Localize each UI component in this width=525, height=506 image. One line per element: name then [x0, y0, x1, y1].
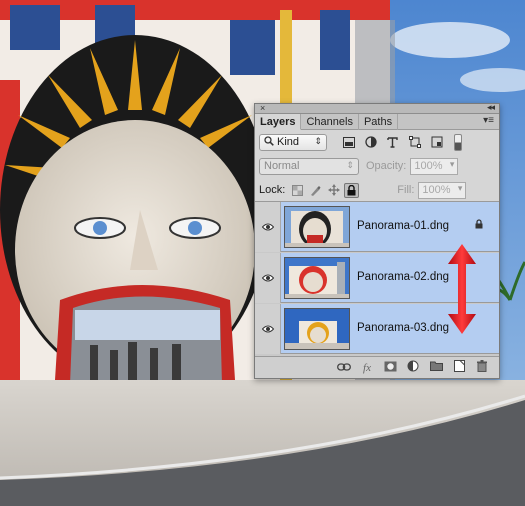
filter-kind-dropdown[interactable]: Kind ⇕: [259, 133, 327, 151]
fill-value: 100%: [422, 184, 451, 196]
fx-icon[interactable]: fx: [360, 362, 374, 374]
layer-thumbnail: [284, 257, 350, 299]
opacity-value: 100%: [414, 160, 443, 172]
lock-all-icon[interactable]: [344, 182, 360, 198]
shape-filter-icon[interactable]: [407, 135, 422, 150]
lock-row: Lock: Fill: 100% ▾: [255, 178, 499, 202]
blend-row: Normal ⇕ Opacity: 100% ▾: [255, 154, 499, 178]
layer-name[interactable]: Panorama-03.dng: [357, 322, 449, 334]
layer-name[interactable]: Panorama-02.dng: [357, 271, 449, 283]
layers-panel: × ◂◂ Layers Channels Paths ▾≡ Kind ⇕ Nor…: [254, 102, 500, 379]
visibility-toggle[interactable]: [255, 253, 281, 303]
trash-icon[interactable]: [475, 360, 489, 375]
link-icon[interactable]: [337, 362, 351, 374]
lock-transparent-pixels-icon[interactable]: [290, 183, 305, 198]
tab-paths[interactable]: Paths: [359, 114, 399, 130]
collapse-icon[interactable]: ◂◂: [487, 102, 495, 113]
opacity-field[interactable]: 100% ▾: [410, 157, 459, 175]
panel-titlebar[interactable]: × ◂◂: [255, 102, 499, 114]
type-filter-icon[interactable]: [385, 135, 400, 150]
panel-menu-icon[interactable]: ▾≡: [483, 115, 494, 126]
dropdown-arrow-icon: ⇕: [346, 159, 354, 170]
fill-field[interactable]: 100% ▾: [418, 181, 467, 199]
smart-object-filter-icon[interactable]: [429, 135, 444, 150]
double-arrow-annotation: [448, 244, 476, 334]
visibility-toggle[interactable]: [255, 304, 281, 354]
search-icon: [264, 135, 274, 149]
chevron-down-icon[interactable]: ▾: [458, 183, 463, 194]
lock-label: Lock:: [259, 184, 286, 196]
lock-position-icon[interactable]: [326, 183, 341, 198]
mask-icon[interactable]: [383, 361, 397, 375]
lock-image-pixels-icon[interactable]: [308, 183, 323, 198]
filter-toggle-switch[interactable]: [454, 133, 462, 151]
blend-mode-value: Normal: [264, 160, 300, 172]
filter-kind-label: Kind: [277, 136, 300, 148]
dropdown-arrow-icon: ⇕: [314, 135, 322, 146]
adjustment-filter-icon[interactable]: [363, 135, 378, 150]
new-layer-icon[interactable]: [452, 360, 466, 375]
layer-thumbnail: [284, 206, 350, 248]
tab-layers[interactable]: Layers: [255, 114, 302, 130]
opacity-label: Opacity:: [366, 160, 407, 172]
eye-icon: [261, 223, 274, 231]
chevron-down-icon[interactable]: ▾: [450, 159, 455, 170]
visibility-toggle[interactable]: [255, 202, 281, 252]
folder-icon[interactable]: [429, 361, 443, 374]
blend-mode-dropdown[interactable]: Normal ⇕: [259, 157, 359, 175]
close-icon[interactable]: ×: [260, 103, 265, 113]
eye-icon: [261, 274, 274, 282]
tab-channels[interactable]: Channels: [301, 114, 359, 130]
filter-row: Kind ⇕: [255, 130, 499, 154]
lock-icon: [475, 219, 483, 232]
fill-label: Fill:: [397, 184, 415, 196]
adjustment-icon[interactable]: [406, 360, 420, 375]
layer-name[interactable]: Panorama-01.dng: [357, 220, 449, 232]
panel-footer: fx: [255, 356, 499, 378]
eye-icon: [261, 325, 274, 333]
layer-thumbnail: [284, 308, 350, 350]
pixel-filter-icon[interactable]: [341, 135, 356, 150]
panel-tabs: Layers Channels Paths ▾≡: [255, 114, 499, 130]
